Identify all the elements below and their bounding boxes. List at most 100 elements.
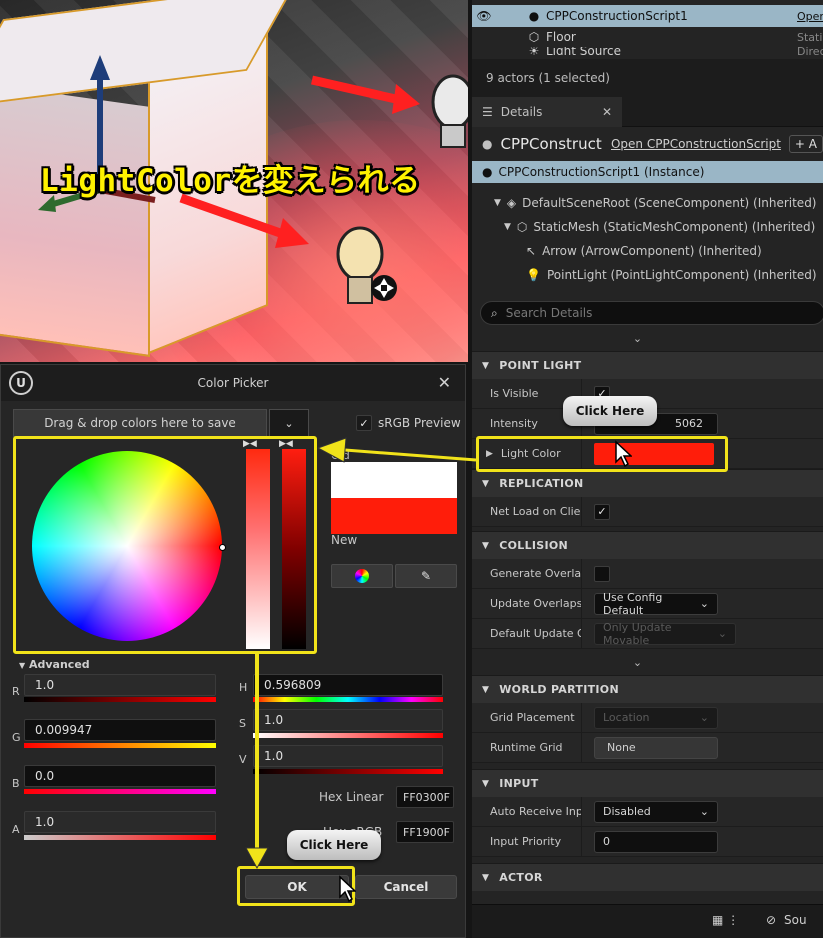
outliner-row[interactable]: ⬡ Floor Stati [472, 27, 823, 47]
expand-chevron-icon[interactable]: ⌄ [472, 325, 823, 351]
channel-b-field[interactable]: 0.0 [24, 765, 216, 787]
net-load-checkbox[interactable]: ✓ [594, 503, 610, 520]
open-blueprint-link[interactable]: Open CPPConstructionScript [611, 137, 781, 151]
visibility-eye-icon[interactable]: 👁 [472, 9, 496, 23]
wheel-selector[interactable] [219, 544, 226, 551]
old-color-swatch [331, 462, 457, 498]
saturation-slider[interactable] [246, 449, 270, 649]
hex-srgb-field[interactable]: FF1900F [396, 821, 454, 843]
component-row[interactable]: ▼ ⬡ StaticMesh (StaticMeshComponent) (In… [472, 215, 823, 239]
component-row[interactable]: 💡 PointLight (PointLightComponent) (Inhe… [472, 263, 823, 287]
source-control-icon[interactable]: ⊘ [766, 913, 776, 927]
advanced-toggle[interactable]: ▼ Advanced [19, 658, 90, 671]
channel-s-field[interactable]: 1.0 [253, 709, 443, 731]
channel-r-field[interactable]: 1.0 [24, 674, 216, 696]
channel-v-bar[interactable] [253, 769, 443, 774]
outliner-row-selected[interactable]: 👁 ● CPPConstructionScript1 Open [472, 5, 823, 27]
channel-g-bar[interactable] [24, 743, 216, 748]
collapse-arrow-icon[interactable]: ▼ [482, 541, 489, 551]
outliner-row[interactable]: ☀ Light Source Direc [472, 47, 823, 55]
collapse-arrow-icon[interactable]: ▼ [482, 361, 489, 371]
channel-b-bar[interactable] [24, 789, 216, 794]
section-replication[interactable]: ▼ REPLICATION [472, 469, 823, 497]
annotation-banner: LightColorを変えられる [40, 163, 421, 199]
channel-v-field[interactable]: 1.0 [253, 745, 443, 767]
search-details-input[interactable]: ⌕ Search Details [480, 301, 823, 325]
search-placeholder: Search Details [505, 306, 593, 320]
eyedropper-icon: ✎ [420, 569, 432, 583]
channel-a-field[interactable]: 1.0 [24, 811, 216, 833]
click-here-callout: Click Here [287, 830, 381, 860]
mouse-cursor-icon [339, 875, 356, 903]
srgb-preview-toggle[interactable]: ✓ sRGB Preview [356, 415, 461, 431]
dialog-title-bar[interactable]: U Color Picker ✕ [1, 365, 465, 401]
light-bulb-icon[interactable] [428, 70, 468, 160]
section-title: WORLD PARTITION [499, 683, 619, 696]
channel-h-bar[interactable] [253, 697, 443, 702]
chevron-down-icon: ⌄ [699, 711, 709, 724]
channel-r-bar[interactable] [24, 697, 216, 702]
advanced-label: Advanced [29, 658, 90, 671]
channel-a-label: A [12, 823, 20, 836]
component-row-instance[interactable]: ● CPPConstructionScript1 (Instance) [472, 161, 823, 183]
outliner-type[interactable]: Open [797, 10, 823, 23]
prop-input-priority: Input Priority 0 [472, 827, 823, 857]
channel-g-field[interactable]: 0.009947 [24, 719, 216, 741]
runtime-grid-button[interactable]: None [594, 736, 718, 759]
prop-default-update: Default Update Ov Only Update Movable ⌄ [472, 619, 823, 649]
add-component-button[interactable]: + A [788, 135, 823, 153]
generate-overlap-checkbox[interactable] [594, 565, 610, 582]
close-icon[interactable]: ✕ [602, 105, 612, 119]
component-row[interactable]: ▼ ◈ DefaultSceneRoot (SceneComponent) (I… [472, 191, 823, 215]
collapse-arrow-icon[interactable]: ▼ [482, 479, 489, 489]
prop-auto-receive: Auto Receive Inpu Disabled ⌄ [472, 797, 823, 827]
color-themes-bar[interactable]: Drag & drop colors here to save [13, 409, 267, 437]
update-overlaps-dropdown[interactable]: Use Config Default ⌄ [594, 591, 718, 617]
hex-linear-field[interactable]: FF0300F [396, 786, 454, 808]
prop-label: Update Overlaps M [472, 589, 582, 618]
prop-grid-placement: Grid Placement Location ⌄ [472, 703, 823, 733]
details-header: ● CPPConstructio Open CPPConstructionScr… [472, 127, 823, 161]
collapse-arrow-icon[interactable]: ▼ [482, 779, 489, 789]
section-collision[interactable]: ▼ COLLISION [472, 531, 823, 559]
expand-arrow-icon[interactable]: ▼ [504, 222, 511, 232]
slider-handle-icon[interactable]: ▶◀ [279, 439, 293, 449]
expand-arrow-icon[interactable]: ▼ [494, 198, 501, 208]
color-wheel[interactable] [32, 451, 226, 641]
prop-net-load: Net Load on Client ✓ [472, 497, 823, 527]
eyedropper-button[interactable]: ✎ [395, 564, 457, 588]
default-update-dropdown: Only Update Movable ⌄ [594, 621, 736, 647]
section-point-light[interactable]: ▼ POINT LIGHT [472, 351, 823, 379]
level-viewport[interactable]: LightColorを変えられる [0, 0, 468, 362]
cancel-button[interactable]: Cancel [355, 875, 457, 899]
input-priority-field[interactable]: 0 [594, 830, 718, 853]
chart-icon[interactable]: ▦ ⋮ [712, 913, 739, 927]
close-icon[interactable]: ✕ [438, 373, 451, 392]
expand-chevron-icon[interactable]: ⌄ [472, 649, 823, 675]
tab-details[interactable]: ☰ Details ✕ [472, 96, 622, 127]
red-arrow-icon [179, 193, 309, 248]
channel-b-label: B [12, 777, 20, 790]
auto-receive-dropdown[interactable]: Disabled ⌄ [594, 800, 718, 823]
channel-a-bar[interactable] [24, 835, 216, 840]
channel-s-bar[interactable] [253, 733, 443, 738]
slider-handle-icon[interactable]: ▶◀ [243, 439, 257, 449]
light-icon: 💡 [526, 268, 541, 282]
section-world-partition[interactable]: ▼ WORLD PARTITION [472, 675, 823, 703]
component-row[interactable]: ↖ Arrow (ArrowComponent) (Inherited) [472, 239, 823, 263]
collapse-arrow-icon[interactable]: ▼ [482, 873, 489, 883]
collapse-arrow-icon: ▼ [19, 661, 26, 670]
color-wheel-mode-button[interactable] [331, 564, 393, 588]
value-slider[interactable] [282, 449, 306, 649]
chevron-down-icon: ⌄ [699, 805, 709, 818]
section-input[interactable]: ▼ INPUT [472, 769, 823, 797]
collapse-arrow-icon[interactable]: ▼ [482, 685, 489, 695]
themes-dropdown[interactable]: ⌄ [269, 409, 309, 437]
point-light-bulb-icon[interactable] [332, 222, 412, 312]
section-actor[interactable]: ▼ ACTOR [472, 863, 823, 891]
channel-h-field[interactable]: 0.596809 [253, 674, 443, 696]
channel-s-label: S [239, 717, 246, 730]
srgb-checkbox[interactable]: ✓ [356, 415, 372, 431]
red-arrow-icon [311, 75, 420, 114]
source-control-label[interactable]: Sou [784, 913, 807, 927]
